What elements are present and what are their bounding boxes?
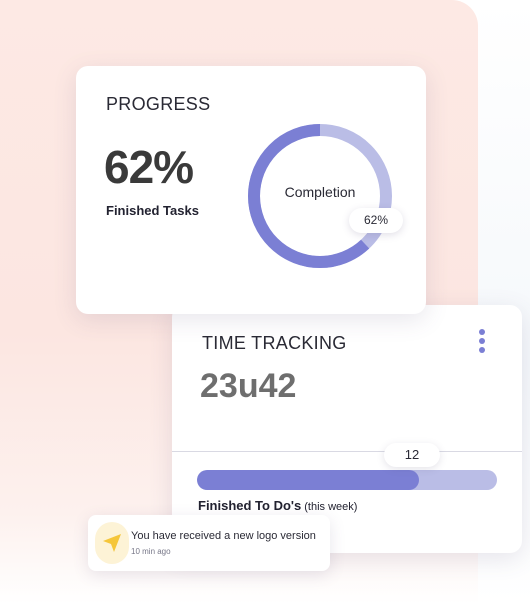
notification-toast[interactable]: You have received a new logo version 10 … [88,515,330,571]
donut-center-label: Completion [284,184,356,200]
donut-percentage-badge: 62% [349,208,403,233]
progress-value: 62% [104,141,194,193]
vertical-dots-icon[interactable] [476,329,488,357]
progress-title: PROGRESS [106,94,211,114]
send-arrow-icon [95,522,129,564]
todo-progress-fill [197,470,419,490]
progress-card: PROGRESS 62% Finished Tasks Completion 6… [76,66,426,314]
notification-message: You have received a new logo version [131,530,316,542]
completion-donut: Completion [240,116,400,276]
todo-bar-label: Finished To Do's (this week) [198,498,357,513]
notification-time: 10 min ago [131,547,171,556]
todo-progress-bar [197,470,497,490]
todo-count-badge: 12 [384,443,440,467]
time-tracking-value: 23u42 [200,367,297,405]
divider [172,451,522,452]
time-tracking-title: TIME TRACKING [202,333,347,353]
progress-subtitle: Finished Tasks [106,203,199,218]
send-arrow-svg [103,534,121,552]
todo-bar-label-main: Finished To Do's [198,498,302,513]
todo-bar-label-suffix: (this week) [304,501,358,513]
